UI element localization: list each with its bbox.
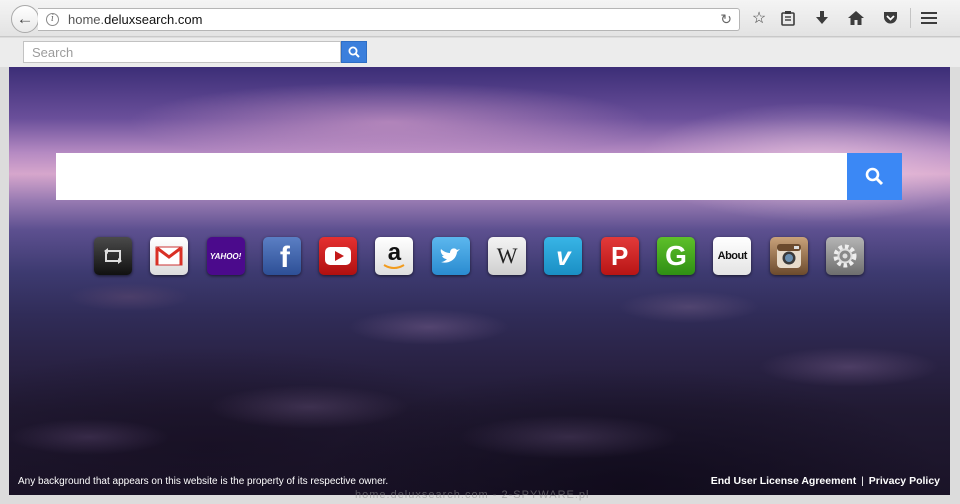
toolbar-separator <box>910 8 911 28</box>
reload-icon[interactable]: ↻ <box>720 11 732 28</box>
yahoo-label: YAHOO! <box>209 251 242 261</box>
background-rocks <box>9 237 950 495</box>
star-icon[interactable]: ☆ <box>748 7 770 29</box>
facebook-icon[interactable]: f <box>262 237 301 275</box>
background-disclaimer: Any background that appears on this webs… <box>18 476 389 487</box>
toolbar-search-input[interactable] <box>23 41 341 63</box>
main-search-input[interactable] <box>56 153 847 200</box>
about-icon[interactable]: About <box>713 237 752 275</box>
back-arrow-icon[interactable]: ← <box>11 5 39 33</box>
url-text[interactable]: home.deluxsearch.com <box>68 12 202 27</box>
page-background: YAHOO! f a W v P G About Any background … <box>9 67 950 495</box>
vimeo-label: v <box>556 240 571 271</box>
info-icon[interactable]: i <box>46 13 59 26</box>
toolbar-search-button[interactable] <box>341 41 367 63</box>
search-icon <box>348 46 360 58</box>
gmail-icon[interactable] <box>150 237 189 275</box>
footer-links: End User License Agreement | Privacy Pol… <box>711 475 940 487</box>
about-label: About <box>717 250 748 262</box>
g-icon[interactable]: G <box>656 237 695 275</box>
home-icon[interactable] <box>845 7 867 29</box>
download-icon[interactable] <box>811 7 833 29</box>
amazon-icon[interactable]: a <box>375 237 414 275</box>
refresh-icon[interactable] <box>94 237 132 275</box>
shortcut-bar: YAHOO! f a W v P G About <box>94 237 864 275</box>
yahoo-icon[interactable]: YAHOO! <box>206 237 245 275</box>
search-icon <box>865 167 884 186</box>
pinterest-icon[interactable]: P <box>600 237 639 275</box>
g-label: G <box>665 240 687 271</box>
eula-link[interactable]: End User License Agreement <box>711 475 857 487</box>
wikipedia-icon[interactable]: W <box>488 237 527 275</box>
facebook-label: f <box>279 241 290 274</box>
twitter-icon[interactable] <box>431 237 470 275</box>
browser-navbar: ← i home.deluxsearch.com ↻ ☆ <box>0 0 960 37</box>
amazon-label: a <box>387 239 402 266</box>
reading-list-icon[interactable] <box>777 7 799 29</box>
search-toolbar <box>0 38 960 67</box>
pinterest-label: P <box>611 240 629 271</box>
footer-separator: | <box>861 475 864 487</box>
settings-gear-icon[interactable] <box>825 237 864 275</box>
instagram-icon[interactable] <box>769 237 808 275</box>
vimeo-icon[interactable]: v <box>544 237 583 275</box>
pocket-icon[interactable] <box>879 7 901 29</box>
hamburger-menu-icon[interactable] <box>918 7 940 29</box>
youtube-icon[interactable] <box>319 237 358 275</box>
main-search-button[interactable] <box>847 153 902 200</box>
watermark: home.deluxsearch.com - 2-SPYWARE.pl <box>355 489 590 501</box>
privacy-policy-link[interactable]: Privacy Policy <box>869 475 940 487</box>
url-bar[interactable]: i home.deluxsearch.com ↻ <box>38 8 740 31</box>
wikipedia-label: W <box>496 243 518 268</box>
